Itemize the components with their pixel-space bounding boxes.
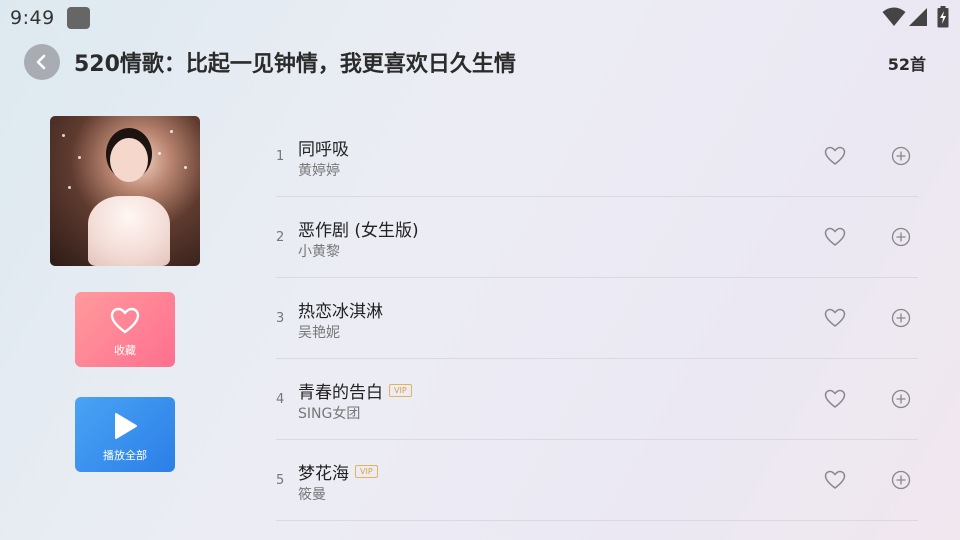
song-title: 梦花海 — [298, 464, 349, 484]
playlist-cover-image — [50, 116, 200, 266]
heart-outline-icon[interactable] — [824, 227, 846, 247]
heart-outline-icon[interactable] — [824, 470, 846, 490]
song-row[interactable]: 3 热恋冰淇淋 吴艳妮 — [276, 278, 918, 359]
song-title: 热恋冰淇淋 — [298, 302, 383, 322]
plus-circle-icon[interactable] — [891, 470, 911, 490]
battery-charging-icon — [937, 6, 949, 28]
song-index: 4 — [276, 392, 285, 407]
plus-circle-icon[interactable] — [891, 389, 911, 409]
app-notification-icon — [67, 7, 90, 29]
heart-icon — [110, 306, 140, 336]
favorite-button[interactable]: 收藏 — [75, 292, 175, 367]
favorite-label: 收藏 — [114, 344, 136, 357]
page-title: 520情歌：比起一见钟情，我更喜欢日久生情 — [74, 52, 516, 77]
song-row[interactable]: 1 同呼吸 黄婷婷 — [276, 116, 918, 197]
chevron-left-icon — [36, 54, 46, 70]
song-row[interactable]: 4 青春的告白 VIP SING女团 — [276, 359, 918, 440]
song-count: 52首 — [887, 55, 926, 74]
play-all-button[interactable]: 播放全部 — [75, 397, 175, 472]
song-row[interactable]: 2 恶作剧 (女生版) 小黄黎 — [276, 197, 918, 278]
song-title: 恶作剧 (女生版) — [298, 221, 419, 241]
vip-badge: VIP — [389, 384, 412, 397]
song-index: 5 — [276, 473, 285, 488]
status-time: 9:49 — [10, 7, 55, 29]
plus-circle-icon[interactable] — [891, 308, 911, 328]
heart-outline-icon[interactable] — [824, 308, 846, 328]
song-title: 青春的告白 — [298, 383, 383, 403]
song-artist: SING女团 — [298, 406, 361, 422]
status-bar: 9:49 — [0, 0, 960, 36]
wifi-icon — [882, 7, 906, 26]
song-artist: 黄婷婷 — [298, 163, 340, 179]
heart-outline-icon[interactable] — [824, 146, 846, 166]
song-index: 1 — [276, 149, 285, 164]
signal-icon — [909, 8, 927, 26]
song-index: 3 — [276, 311, 285, 326]
play-icon — [110, 411, 140, 441]
plus-circle-icon[interactable] — [891, 227, 911, 247]
heart-outline-icon[interactable] — [824, 389, 846, 409]
song-artist: 小黄黎 — [298, 244, 340, 260]
song-artist: 吴艳妮 — [298, 325, 340, 341]
song-title: 同呼吸 — [298, 140, 349, 160]
song-artist: 筱曼 — [298, 487, 326, 503]
plus-circle-icon[interactable] — [891, 146, 911, 166]
back-button[interactable] — [24, 44, 60, 80]
song-list: 1 同呼吸 黄婷婷 2 恶作剧 (女生版) 小黄黎 3 热恋冰淇淋 吴艳妮 4 … — [276, 116, 918, 521]
play-all-label: 播放全部 — [103, 449, 147, 462]
vip-badge: VIP — [355, 465, 378, 478]
song-row[interactable]: 5 梦花海 VIP 筱曼 — [276, 440, 918, 521]
song-index: 2 — [276, 230, 285, 245]
